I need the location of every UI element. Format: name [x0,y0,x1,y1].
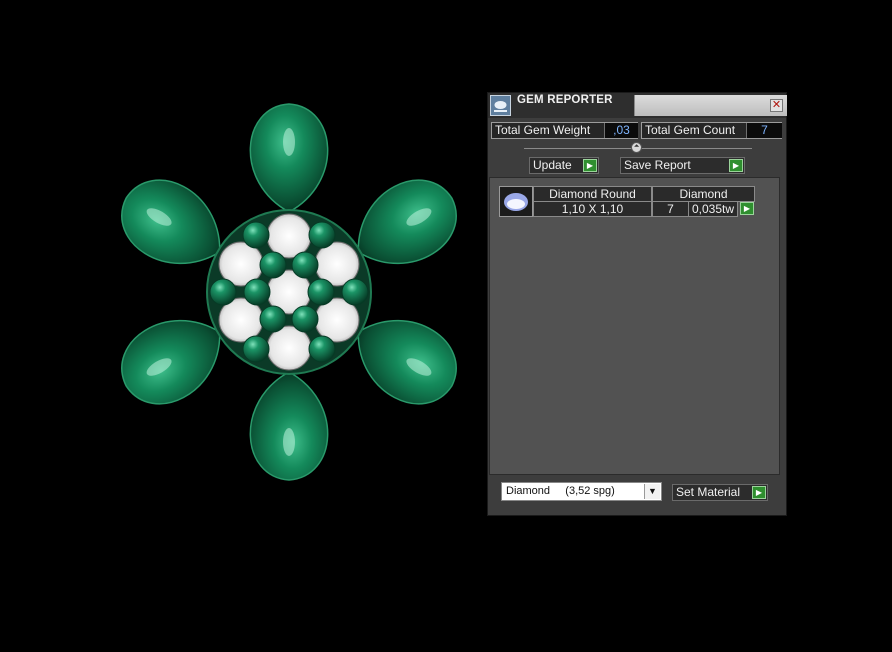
gem-reporter-panel: GEM REPORTER ✕ Total Gem Weight ,03 Tota… [487,92,787,516]
titlebar-grip[interactable] [634,95,787,116]
total-gem-weight-field: Total Gem Weight ,03 [491,122,638,139]
material-selected-value: Diamond (3,52 spg) [506,485,615,497]
material-dropdown[interactable]: Diamond (3,52 spg) ▼ [501,482,662,501]
gem-count-cell: 7 [652,201,689,217]
gem-row-go-button[interactable]: ▶ [738,201,755,217]
set-material-button[interactable]: Set Material ▶ [672,484,768,501]
set-material-button-label: Set Material [676,485,741,499]
total-gem-weight-label: Total Gem Weight [495,123,591,137]
petal [249,371,329,481]
save-report-button[interactable]: Save Report ▶ [620,157,745,174]
play-arrow-icon: ▶ [729,159,743,172]
dropdown-arrow-icon: ▼ [644,484,660,499]
total-gem-count-value: 7 [746,123,782,138]
close-icon: ✕ [771,99,782,111]
panel-title: GEM REPORTER [517,94,613,106]
gem-list[interactable]: Diamond Round Diamond 1,10 X 1,10 7 0,03… [489,177,780,475]
panel-slider-handle[interactable]: ⏶ [631,142,642,153]
play-arrow-icon: ▶ [752,486,766,499]
gem-size-cell: 1,10 X 1,10 [533,201,652,217]
total-gem-weight-value: ,03 [604,123,638,138]
total-gem-count-field: Total Gem Count 7 [641,122,782,139]
panel-titlebar[interactable]: GEM REPORTER ✕ [488,93,787,118]
total-gem-count-label: Total Gem Count [645,123,736,137]
gem-shape-cell: Diamond Round [533,186,652,202]
play-arrow-icon: ▶ [583,159,597,172]
close-button[interactable]: ✕ [770,99,783,112]
update-button[interactable]: Update ▶ [529,157,599,174]
save-report-button-label: Save Report [624,158,691,172]
gem-material-cell: Diamond [652,186,755,202]
gem-weight-cell: 0,035tw [688,201,738,217]
slider-up-icon: ⏶ [633,143,640,150]
update-button-label: Update [533,158,572,172]
gem-reporter-icon [490,95,511,116]
petal [249,103,329,213]
round-diamond-thumbnail-icon [499,186,533,217]
play-arrow-icon: ▶ [740,202,754,215]
